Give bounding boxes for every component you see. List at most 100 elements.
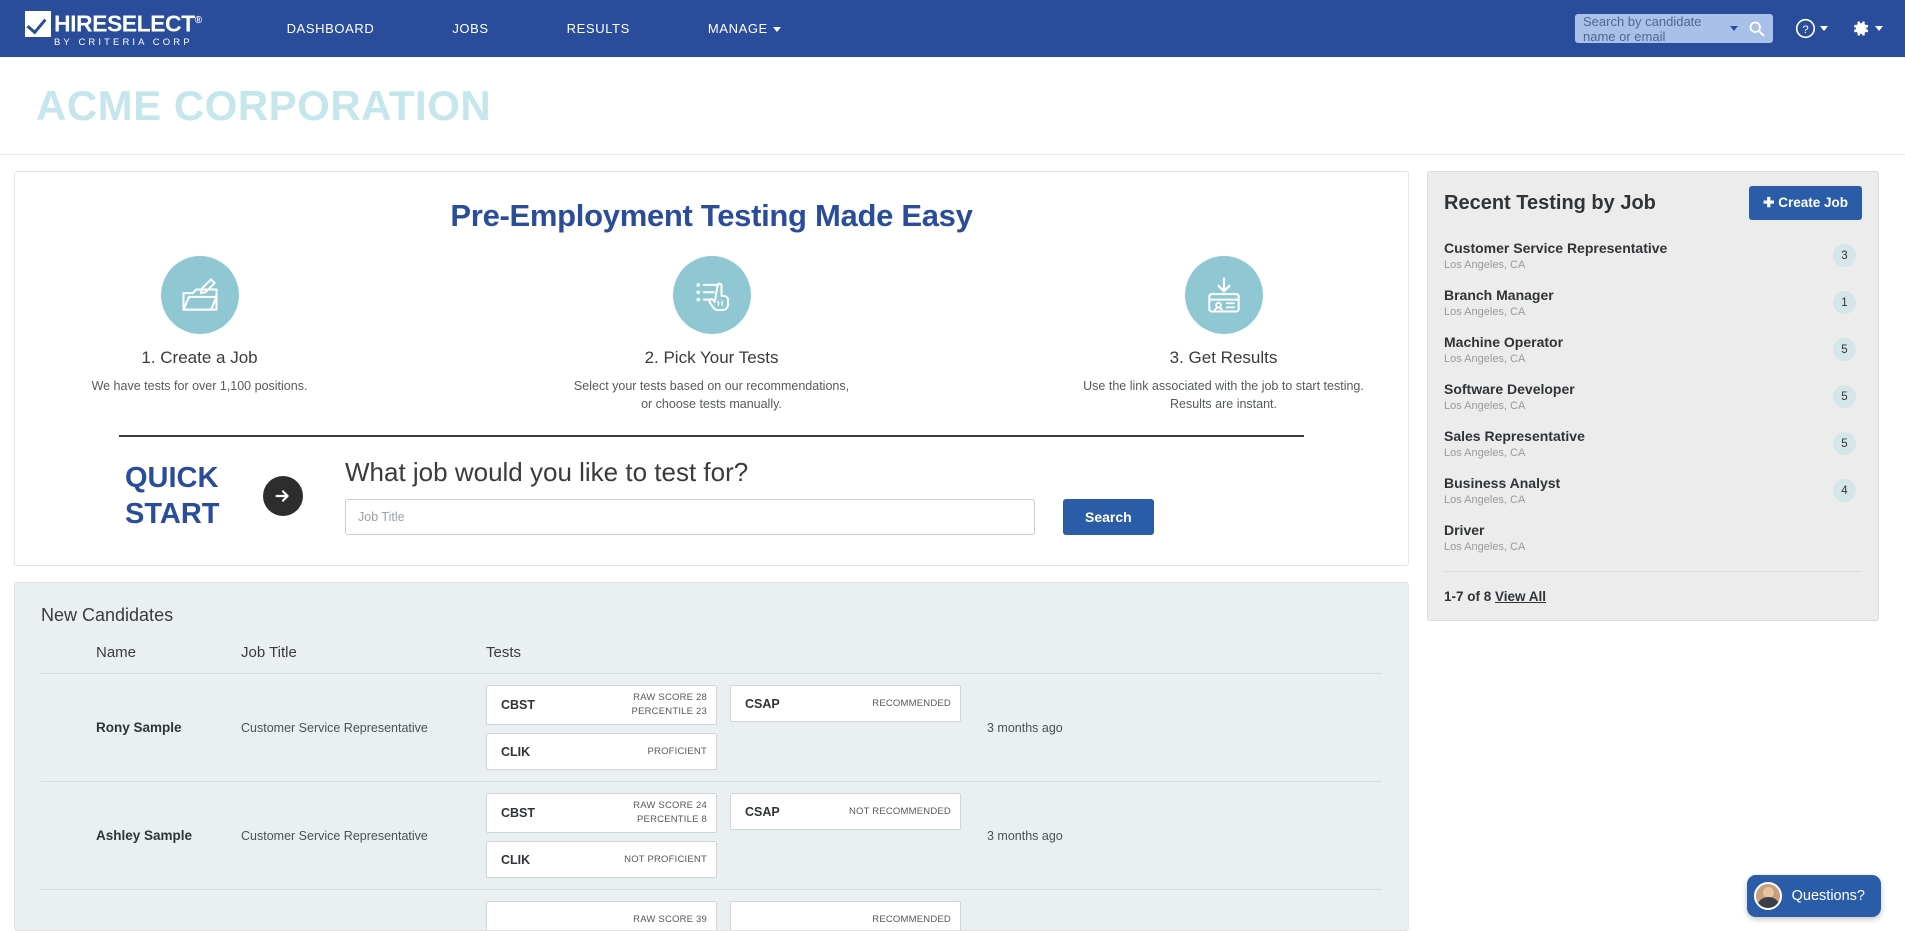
folder-pencil-icon — [178, 273, 222, 317]
candidate-name[interactable]: Rony Sample — [41, 720, 241, 735]
test-result-badge[interactable]: RAW SCORE 39 — [486, 901, 717, 931]
candidate-name[interactable]: Ashley Sample — [41, 828, 241, 843]
candidate-timestamp: 3 months ago — [987, 829, 1063, 843]
test-code: CSAP — [745, 805, 780, 819]
job-title: Customer Service Representative — [1444, 240, 1667, 256]
column-header-job-title: Job Title — [241, 644, 486, 661]
job-title: Business Analyst — [1444, 475, 1560, 491]
test-result-badge[interactable]: CSAP NOT RECOMMENDED — [730, 793, 961, 830]
step-description: Select your tests based on our recommend… — [542, 377, 882, 413]
step-icon-circle — [1185, 256, 1263, 334]
nav-item-dashboard[interactable]: DASHBOARD — [287, 15, 375, 42]
test-score: RAW SCORE 28 — [632, 691, 707, 705]
chevron-down-icon — [773, 27, 781, 32]
avatar — [1754, 882, 1782, 910]
search-dropdown-caret-icon[interactable] — [1730, 26, 1738, 31]
nav-right-controls: Search by candidate name or email ? — [1575, 0, 1883, 57]
table-row[interactable]: RAW SCORE 39 RECOMMENDED — [41, 889, 1382, 931]
job-title: Driver — [1444, 522, 1525, 538]
quick-start-question: What job would you like to test for? — [345, 457, 1408, 488]
test-code: CLIK — [501, 853, 530, 867]
test-result-badge[interactable]: CBST RAW SCORE 28 PERCENTILE 23 — [486, 685, 717, 725]
test-result-badge[interactable]: CSAP RECOMMENDED — [730, 685, 961, 722]
test-recommendation: RECOMMENDED — [872, 697, 951, 711]
hireselect-logo[interactable]: HIRESELECT® BY CRITERIA CORP — [25, 9, 202, 49]
list-item[interactable]: Business Analyst Los Angeles, CA 4 — [1428, 467, 1878, 514]
create-job-button[interactable]: ✚ Create Job — [1749, 186, 1862, 220]
questions-chat-button[interactable]: Questions? — [1747, 875, 1881, 917]
test-result-badge[interactable]: CBST RAW SCORE 24 PERCENTILE 8 — [486, 793, 717, 833]
candidate-tests: CBST RAW SCORE 24 PERCENTILE 8 CLIK NOT … — [486, 793, 961, 878]
nav-item-manage[interactable]: MANAGE — [708, 15, 781, 42]
candidates-table-header: Name Job Title Tests — [41, 644, 1382, 673]
search-icon[interactable] — [1748, 20, 1765, 37]
chat-button-label: Questions? — [1792, 888, 1865, 904]
job-title: Software Developer — [1444, 381, 1575, 397]
search-button[interactable]: Search — [1063, 499, 1154, 535]
svg-text:?: ? — [1802, 24, 1808, 36]
help-circle-icon: ? — [1795, 18, 1816, 39]
job-candidate-count: 5 — [1833, 432, 1856, 455]
list-item[interactable]: Branch Manager Los Angeles, CA 1 — [1428, 279, 1878, 326]
gear-icon — [1850, 18, 1871, 39]
nav-item-results[interactable]: RESULTS — [567, 15, 630, 42]
job-location: Los Angeles, CA — [1444, 306, 1554, 318]
search-input[interactable]: Search by candidate name or email — [1583, 14, 1730, 44]
column-header-name: Name — [41, 644, 241, 661]
candidate-tests: RAW SCORE 39 RECOMMENDED — [486, 901, 961, 931]
company-banner: ACME CORPORATION — [0, 57, 1905, 155]
sidebar-pagination: 1-7 of 8 View All — [1444, 571, 1862, 604]
step-create-a-job: 1. Create a Job We have tests for over 1… — [30, 256, 370, 413]
test-score: RAW SCORE 24 — [633, 799, 707, 813]
column-header-tests: Tests — [486, 644, 521, 661]
step-description: Use the link associated with the job to … — [1054, 377, 1394, 413]
step-title: 3. Get Results — [1054, 348, 1394, 368]
view-all-link[interactable]: View All — [1495, 589, 1546, 604]
list-item[interactable]: Sales Representative Los Angeles, CA 5 — [1428, 420, 1878, 467]
job-title-input[interactable] — [345, 499, 1035, 535]
table-row[interactable]: Ashley Sample Customer Service Represent… — [41, 781, 1382, 889]
test-result-badge[interactable]: RECOMMENDED — [730, 901, 961, 931]
new-candidates-panel: New Candidates Name Job Title Tests Rony… — [14, 582, 1409, 931]
logo-wordmark: HIRESELECT® — [54, 9, 202, 36]
test-recommendation: RECOMMENDED — [872, 913, 951, 927]
job-location: Los Angeles, CA — [1444, 541, 1525, 553]
job-candidate-count: 5 — [1833, 338, 1856, 361]
candidate-job-title: Customer Service Representative — [241, 829, 486, 843]
job-candidate-count: 5 — [1833, 385, 1856, 408]
step-title: 1. Create a Job — [30, 348, 370, 368]
company-name: ACME CORPORATION — [36, 82, 491, 130]
test-percentile: PERCENTILE 8 — [633, 813, 707, 827]
job-location: Los Angeles, CA — [1444, 400, 1575, 412]
candidate-search-box[interactable]: Search by candidate name or email — [1575, 14, 1773, 43]
chevron-down-icon — [1875, 26, 1883, 31]
step-title: 2. Pick Your Tests — [542, 348, 882, 368]
test-score: RAW SCORE 39 — [633, 913, 707, 927]
test-result-badge[interactable]: CLIK NOT PROFICIENT — [486, 841, 717, 878]
list-item[interactable]: Software Developer Los Angeles, CA 5 — [1428, 373, 1878, 420]
step-description: We have tests for over 1,100 positions. — [30, 377, 370, 395]
test-percentile: PERCENTILE 23 — [632, 705, 707, 719]
test-recommendation: NOT RECOMMENDED — [849, 805, 951, 819]
test-code: CBST — [501, 806, 535, 820]
candidate-job-title: Customer Service Representative — [241, 721, 486, 735]
hero-card: Pre-Employment Testing Made Easy 1. Crea… — [14, 171, 1409, 566]
table-row[interactable]: Rony Sample Customer Service Representat… — [41, 673, 1382, 781]
help-button[interactable]: ? — [1795, 18, 1828, 39]
job-location: Los Angeles, CA — [1444, 259, 1667, 271]
left-column: Pre-Employment Testing Made Easy 1. Crea… — [14, 171, 1409, 931]
step-pick-your-tests: 2. Pick Your Tests Select your tests bas… — [542, 256, 882, 413]
test-result-badge[interactable]: CLIK PROFICIENT — [486, 733, 717, 770]
plus-icon: ✚ — [1763, 195, 1774, 210]
job-location: Los Angeles, CA — [1444, 353, 1563, 365]
nav-item-jobs[interactable]: JOBS — [452, 15, 488, 42]
list-item[interactable]: Driver Los Angeles, CA — [1428, 514, 1878, 561]
chevron-down-icon — [1820, 26, 1828, 31]
list-item[interactable]: Machine Operator Los Angeles, CA 5 — [1428, 326, 1878, 373]
list-item[interactable]: Customer Service Representative Los Ange… — [1428, 232, 1878, 279]
steps-row: 1. Create a Job We have tests for over 1… — [15, 256, 1408, 413]
settings-button[interactable] — [1850, 18, 1883, 39]
job-location: Los Angeles, CA — [1444, 447, 1585, 459]
step-get-results: 3. Get Results Use the link associated w… — [1054, 256, 1394, 413]
pagination-range: 1-7 of 8 — [1444, 589, 1495, 604]
